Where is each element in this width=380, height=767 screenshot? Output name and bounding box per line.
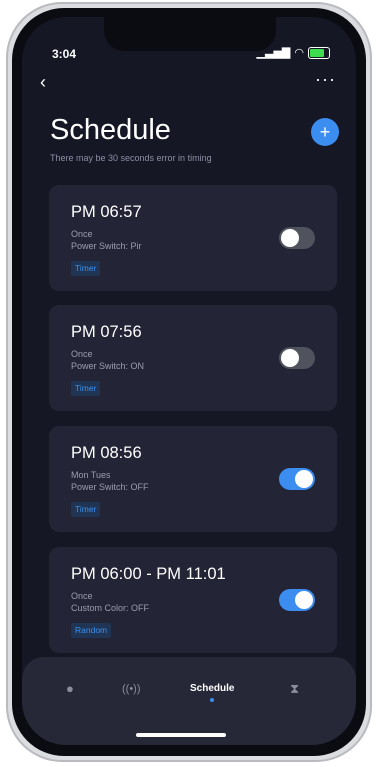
page-title: Schedule: [50, 114, 171, 146]
status-time: 3:04: [52, 47, 77, 61]
bottom-nav: ● ((•)) Schedule ⧗: [22, 657, 356, 745]
schedule-tag: Timer: [71, 381, 101, 396]
schedule-toggle[interactable]: [279, 589, 315, 611]
schedule-tag: Timer: [71, 502, 101, 517]
schedule-time: PM 08:56: [71, 444, 142, 462]
battery-icon: [308, 46, 330, 59]
lightbulb-icon[interactable]: ●: [66, 681, 74, 696]
schedule-action: Custom Color: OFF: [71, 603, 150, 613]
toggle-knob: [281, 349, 299, 367]
home-indicator: [136, 733, 226, 737]
nav-schedule[interactable]: Schedule: [190, 683, 234, 702]
page-subtitle: There may be 30 seconds error in timing: [50, 153, 212, 163]
back-icon[interactable]: ‹: [40, 72, 46, 93]
hourglass-icon[interactable]: ⧗: [290, 681, 299, 697]
signal-icon: ▁▃▅▇: [256, 47, 291, 59]
schedule-toggle[interactable]: [279, 468, 315, 490]
schedule-repeat: Mon Tues: [71, 470, 111, 480]
schedule-tag: Random: [71, 623, 112, 638]
schedule-card[interactable]: PM 07:56 Once Power Switch: ON Timer: [49, 305, 337, 411]
schedule-toggle[interactable]: [279, 227, 315, 249]
wifi-icon: ◠: [294, 47, 304, 59]
broadcast-icon[interactable]: ((•)): [122, 683, 141, 695]
app-screen: 3:04 ▁▃▅▇ ◠ ‹ ··· Schedule There may be …: [22, 17, 356, 745]
notch: [104, 17, 276, 51]
toggle-knob: [281, 229, 299, 247]
schedule-action: Power Switch: Pir: [71, 241, 142, 251]
more-icon[interactable]: ···: [315, 69, 336, 90]
schedule-repeat: Once: [71, 349, 93, 359]
status-icons: ▁▃▅▇ ◠: [257, 46, 330, 59]
schedule-card[interactable]: PM 06:57 Once Power Switch: Pir Timer: [49, 185, 337, 291]
schedule-time: PM 07:56: [71, 323, 142, 341]
schedule-card[interactable]: PM 08:56 Mon Tues Power Switch: OFF Time…: [49, 426, 337, 532]
schedule-repeat: Once: [71, 229, 93, 239]
schedule-action: Power Switch: OFF: [71, 482, 149, 492]
toggle-knob: [295, 470, 313, 488]
nav-schedule-label: Schedule: [190, 683, 235, 694]
schedule-tag: Timer: [71, 261, 101, 276]
schedule-time: PM 06:00 - PM 11:01: [71, 565, 226, 583]
add-schedule-button[interactable]: +: [311, 118, 339, 146]
active-indicator: [210, 698, 215, 702]
schedule-toggle[interactable]: [279, 347, 315, 369]
toggle-knob: [295, 591, 313, 609]
schedule-repeat: Once: [71, 591, 93, 601]
schedule-action: Power Switch: ON: [71, 361, 145, 371]
schedule-card[interactable]: PM 06:00 - PM 11:01 Once Custom Color: O…: [49, 547, 337, 653]
schedule-time: PM 06:57: [71, 203, 142, 221]
